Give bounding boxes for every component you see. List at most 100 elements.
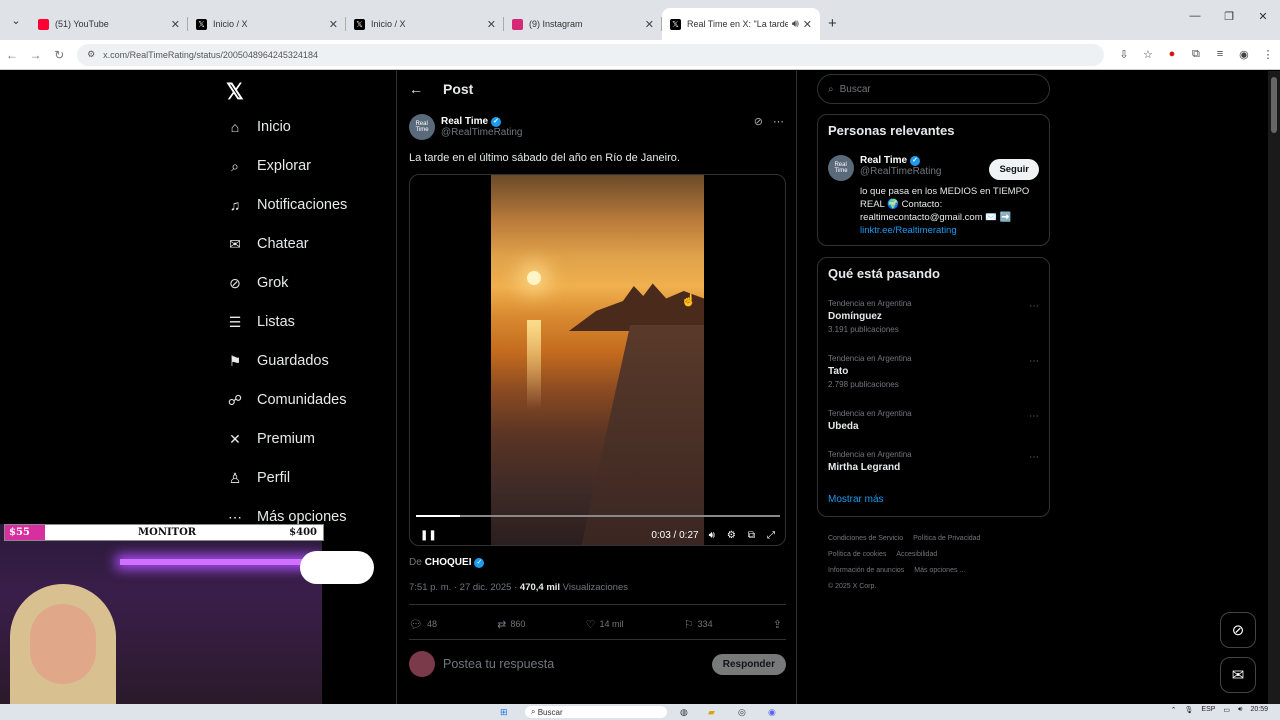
close-tab-icon[interactable]: ✕ [487,18,496,31]
minimize-button[interactable]: — [1178,0,1212,32]
discord-icon[interactable]: ◉ [768,707,780,717]
bio-link[interactable]: linktr.ee/Realtimerating [860,225,957,236]
reply-submit-button[interactable]: Responder [711,653,786,675]
close-window-button[interactable]: ✕ [1246,0,1280,32]
repost-button[interactable]: ⇄ 860 [497,614,525,634]
tab-search-button[interactable]: ⌄ [6,10,26,30]
reload-button[interactable]: ↻ [47,48,71,62]
clock[interactable]: 20:59 [1250,706,1268,714]
footer-link[interactable]: Accesibilidad [896,551,937,558]
trend-item[interactable]: Tendencia en Argentina Tato 2.798 public… [828,354,912,389]
post-timestamp[interactable]: 7:51 p. m. · 27 dic. 2025 · [409,582,520,593]
trend-more-icon[interactable]: ⋯ [1029,452,1039,463]
close-tab-icon[interactable]: ✕ [803,18,812,31]
nav-item-listas[interactable]: ☰ Listas [226,313,295,331]
more-icon[interactable]: ⋯ [773,115,784,128]
tray-chevron-icon[interactable]: ⌃ [1171,706,1177,714]
nav-item-inicio[interactable]: ⌂ Inicio [226,118,291,136]
grok-icon[interactable]: ⊘ [754,115,763,128]
like-button[interactable]: ♡ 14 mil [586,614,624,634]
post-button[interactable] [300,551,374,584]
footer-link[interactable]: Condiciones de Servicio [828,535,903,542]
author-name[interactable]: Real Time [441,116,488,127]
nav-item-guardados[interactable]: ⚑ Guardados [226,352,329,370]
install-app-icon[interactable]: ⇩ [1112,48,1136,61]
url-field[interactable]: ⚙ x.com/RealTimeRating/status/2005048964… [77,43,1104,66]
opera-extension-icon[interactable]: ● [1160,48,1184,61]
site-info-icon[interactable]: ⚙ [87,49,95,60]
browser-menu-icon[interactable]: ⋮ [1256,48,1280,61]
media-control-icon[interactable]: ≡ [1208,48,1232,61]
browser-tab[interactable]: 𝕏 Inicio / X ✕ [188,8,346,40]
app-icon[interactable]: ◎ [738,707,750,717]
pause-icon[interactable]: ❚❚ [420,530,437,541]
share-button[interactable]: ⇪ [773,614,786,634]
browser-tab[interactable]: 𝕏 Inicio / X ✕ [346,8,504,40]
reply-button[interactable]: 💬︎ 48 [409,614,437,634]
file-explorer-icon[interactable]: ▰ [708,707,720,717]
volume-icon[interactable]: 🔊︎ [1238,706,1242,714]
video-frame[interactable]: ☝ [491,175,704,545]
trend-item[interactable]: Tendencia en Argentina Mirtha Legrand [828,450,912,473]
scrollbar-thumb[interactable] [1271,77,1277,133]
close-tab-icon[interactable]: ✕ [329,18,338,31]
fullscreen-icon[interactable]: ⤢ [767,530,775,541]
picture-in-picture-icon[interactable]: ⧉ [748,530,755,541]
mic-icon[interactable]: 🎙︎ [1185,706,1194,714]
nav-item-grok[interactable]: ⊘ Grok [226,274,288,292]
footer-link[interactable]: Política de cookies [828,551,886,558]
volume-icon[interactable]: 🔊︎ [709,530,715,541]
footer-link[interactable]: Más opciones ... [914,567,965,574]
show-more-link[interactable]: Mostrar más [828,494,884,505]
relevant-person[interactable]: Real Time Real Time ✓ @RealTimeRating [828,155,941,181]
nav-item-perfil[interactable]: ♙ Perfil [226,469,290,487]
back-button[interactable]: ← [0,48,24,62]
footer-link[interactable]: Información de anuncios [828,567,904,574]
post-author[interactable]: Real Time Real Time ✓ @RealTimeRating [409,114,522,140]
close-tab-icon[interactable]: ✕ [645,18,654,31]
trend-item[interactable]: Tendencia en Argentina Domínguez 3.191 p… [828,299,912,334]
relevant-name[interactable]: Real Time [860,155,907,166]
reply-input[interactable]: Postea tu respuesta [443,657,712,671]
bookmark-button[interactable]: ⚐ 334 [684,614,713,634]
video-player[interactable]: ☝ ❚❚ 0:03 / 0:27 🔊︎ ⚙ ⧉ ⤢ [409,174,786,546]
follow-button[interactable]: Seguir [989,159,1039,180]
taskbar-search[interactable]: ⌕ Buscar [525,706,667,718]
author-avatar[interactable]: Real Time [409,114,435,140]
source-name[interactable]: CHOQUEI [425,557,472,568]
speaker-icon[interactable]: 🔊︎ [792,18,799,31]
profile-avatar-icon[interactable]: ◉ [1232,48,1256,61]
trend-more-icon[interactable]: ⋯ [1029,356,1039,367]
nav-item-explorar[interactable]: ⌕ Explorar [226,157,311,175]
nav-item-premium[interactable]: ✕ Premium [226,430,315,448]
browser-tab[interactable]: (51) YouTube ✕ [30,8,188,40]
nav-item-notificaciones[interactable]: ♫ Notificaciones [226,196,348,214]
restore-button[interactable]: ❐ [1212,0,1246,32]
settings-icon[interactable]: ⚙ [727,530,736,541]
back-arrow-icon[interactable]: ← [409,81,423,97]
chrome-icon[interactable]: ◍ [680,707,692,717]
user-avatar[interactable] [409,651,435,677]
browser-tab[interactable]: 𝕏 Real Time en X: "La tarde en 🔊︎ ✕ [662,8,820,40]
forward-button[interactable]: → [24,48,48,62]
new-tab-button[interactable]: + [828,15,837,32]
grok-fab[interactable]: ⊘ [1220,612,1256,648]
relevant-avatar[interactable]: Real Time [828,155,854,181]
trend-more-icon[interactable]: ⋯ [1029,411,1039,422]
windows-start-icon[interactable]: ⊞ [500,707,512,717]
language-indicator[interactable]: ESP [1201,706,1215,714]
messages-fab[interactable]: ✉ [1220,657,1256,693]
trend-item[interactable]: Tendencia en Argentina Ubeda [828,409,912,432]
bookmark-star-icon[interactable]: ☆ [1136,48,1160,61]
trend-more-icon[interactable]: ⋯ [1029,301,1039,312]
author-handle[interactable]: @RealTimeRating [441,127,522,138]
search-input[interactable]: ⌕ Buscar [817,74,1050,104]
network-icon[interactable]: ▭ [1223,706,1230,714]
video-progress-bar[interactable] [416,515,780,517]
nav-item-comunidades[interactable]: ☍ Comunidades [226,391,347,409]
page-scrollbar[interactable] [1268,71,1280,704]
relevant-handle[interactable]: @RealTimeRating [860,166,941,177]
browser-tab[interactable]: (9) Instagram ✕ [504,8,662,40]
extensions-icon[interactable]: ⧉ [1184,48,1208,61]
x-logo[interactable]: 𝕏 [226,79,244,105]
